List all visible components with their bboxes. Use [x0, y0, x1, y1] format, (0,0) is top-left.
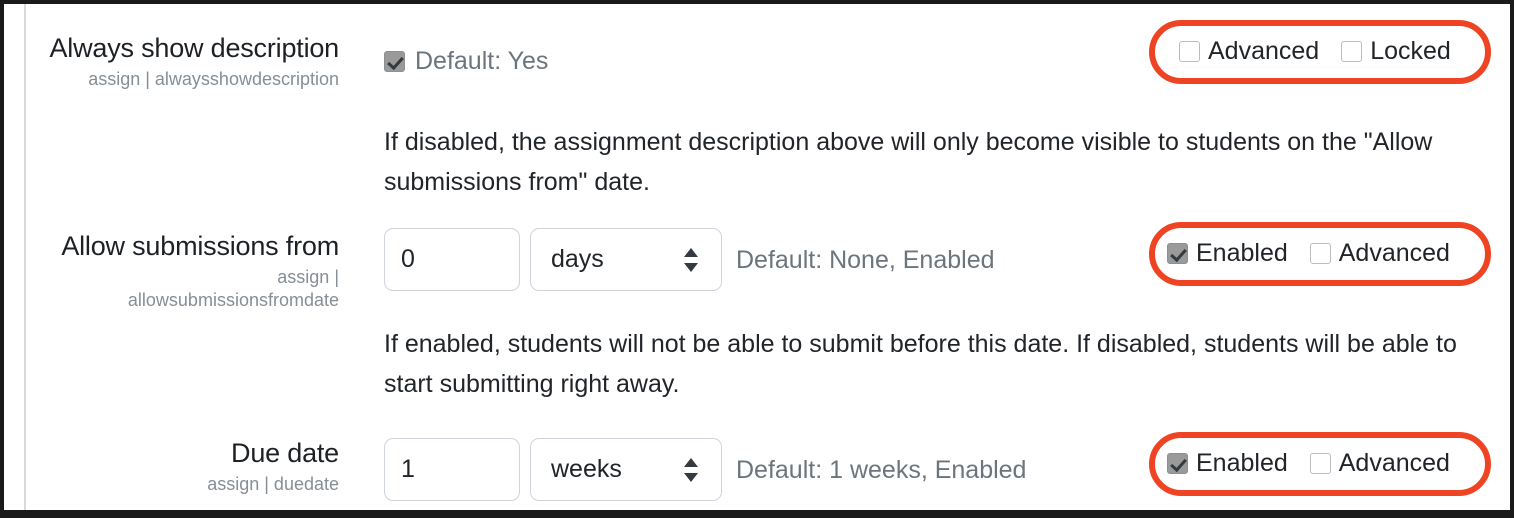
- flags-group-allowsubmissionsfromdate: Enabled Advanced: [1167, 238, 1450, 268]
- setting-help-text: If disabled, the assignment description …: [384, 128, 1433, 196]
- advanced-label: Advanced: [1338, 239, 1450, 267]
- flag-enabled[interactable]: Enabled: [1167, 448, 1288, 478]
- advanced-checkbox[interactable]: [1309, 452, 1331, 474]
- enabled-checkbox[interactable]: [1167, 242, 1188, 264]
- chevron-updown-icon: [684, 247, 699, 273]
- duration-number-input[interactable]: [384, 228, 520, 291]
- enabled-label: Enabled: [1196, 239, 1288, 267]
- flags-group-duedate: Enabled Advanced: [1167, 448, 1450, 478]
- duration-unit-select[interactable]: days: [530, 228, 722, 291]
- flag-advanced[interactable]: Advanced: [1309, 238, 1450, 268]
- locked-checkbox[interactable]: [1341, 40, 1363, 62]
- chevron-updown-icon: [684, 457, 699, 483]
- setting-label: Allow submissions from: [61, 231, 339, 261]
- setting-help-text: If enabled, students will not be able to…: [384, 330, 1457, 398]
- setting-label-block: Due date assign | duedate: [14, 437, 339, 496]
- setting-sublabel-line1: assign |: [277, 267, 339, 287]
- advanced-checkbox[interactable]: [1179, 40, 1200, 62]
- setting-label-block: Allow submissions from assign | allowsub…: [14, 230, 339, 312]
- flag-enabled[interactable]: Enabled: [1167, 238, 1288, 268]
- setting-sublabel: assign | alwaysshowdescription: [88, 69, 339, 89]
- setting-label: Always show description: [49, 33, 339, 63]
- duration-control-group: days Default: None, Enabled: [384, 228, 995, 291]
- settings-panel: Always show description assign | alwayss…: [0, 0, 1514, 518]
- duration-number-input[interactable]: [384, 438, 520, 501]
- flags-group-alwaysshowdescription: Advanced Locked: [1179, 36, 1451, 66]
- default-checkbox-group[interactable]: Default: Yes: [384, 46, 548, 76]
- default-value-text: Default: None, Enabled: [736, 245, 995, 274]
- enabled-label: Enabled: [1196, 449, 1288, 477]
- default-yes-label: Default: Yes: [415, 47, 549, 75]
- flag-locked[interactable]: Locked: [1341, 36, 1451, 66]
- advanced-label: Advanced: [1208, 37, 1320, 65]
- flag-advanced[interactable]: Advanced: [1309, 448, 1450, 478]
- setting-label: Due date: [231, 438, 339, 468]
- locked-label: Locked: [1370, 37, 1451, 65]
- advanced-checkbox[interactable]: [1309, 242, 1331, 264]
- flag-advanced[interactable]: Advanced: [1179, 36, 1319, 66]
- duration-unit-value: weeks: [551, 455, 622, 483]
- duration-control-group: weeks Default: 1 weeks, Enabled: [384, 438, 1026, 501]
- panel-bottom-divider: [4, 510, 1510, 514]
- setting-sublabel: assign | duedate: [207, 474, 339, 494]
- setting-sublabel-line2: allowsubmissionsfromdate: [127, 290, 339, 310]
- enabled-checkbox[interactable]: [1167, 452, 1188, 474]
- default-value-text: Default: 1 weeks, Enabled: [736, 455, 1027, 484]
- default-yes-checkbox[interactable]: [384, 50, 405, 72]
- duration-unit-select[interactable]: weeks: [530, 438, 722, 501]
- setting-label-block: Always show description assign | alwayss…: [14, 32, 339, 91]
- advanced-label: Advanced: [1338, 449, 1450, 477]
- duration-unit-value: days: [551, 245, 604, 273]
